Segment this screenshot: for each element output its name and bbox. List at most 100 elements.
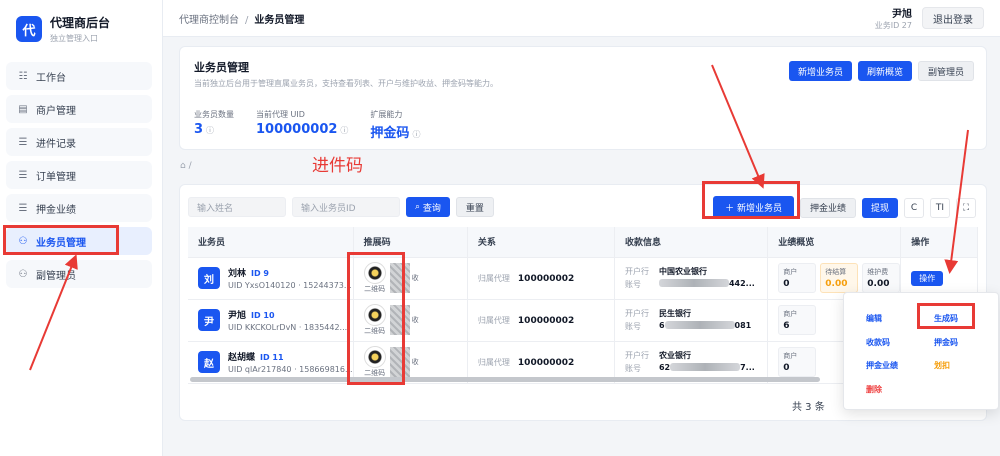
- sidebar-item-label: 订单管理: [36, 171, 76, 183]
- agent-uid: 100000002: [517, 357, 575, 368]
- sidebar-item-merchants[interactable]: ▤ 商户管理: [6, 95, 152, 123]
- annotation-box-new: [702, 181, 800, 219]
- column-header: 业绩概览: [767, 227, 902, 258]
- sidebar-item-label: 工作台: [36, 72, 66, 84]
- sidebar-item-orders[interactable]: ☰ 订单管理: [6, 161, 152, 189]
- sidebar-item-sub-admin[interactable]: ⚇ 副管理员: [6, 260, 152, 288]
- list-icon: ☰: [18, 136, 28, 148]
- reset-button[interactable]: 重置: [455, 197, 494, 217]
- annotation-box-qr: [347, 252, 405, 385]
- sidebar-item-label: 商户管理: [36, 105, 76, 117]
- menu-item-deposit-code[interactable]: 押金码: [934, 337, 958, 348]
- info-icon: ⓘ: [206, 126, 215, 135]
- brand-subtitle: 独立管理入口: [50, 34, 98, 43]
- overview-card: 业务员管理 当前独立后台用于管理直属业务员，支持查看列表、开户与维护收益、押金码…: [179, 46, 987, 150]
- avatar: 刘: [198, 267, 220, 289]
- breadcrumb-current: 业务员管理: [254, 14, 305, 26]
- breadcrumb-separator: /: [245, 14, 249, 26]
- user-icon: ⚇: [18, 268, 28, 280]
- annotation-label: 进件码: [312, 156, 363, 176]
- header-new-salesman-button[interactable]: 新增业务员: [788, 61, 852, 81]
- stats: 业务员数量 3 ⓘ 当前代理 UID 100000002 ⓘ 扩展能力 押金码 ⓘ: [194, 109, 972, 141]
- salesman-uid: UID qlAr217840 · 158669816...: [228, 365, 353, 374]
- horizontal-scrollbar[interactable]: [190, 377, 820, 382]
- perf-maintenance: 维护费 0.00: [862, 263, 901, 293]
- salesman-id-input[interactable]: 输入业务员ID: [292, 197, 400, 217]
- menu-item-deduct[interactable]: 划扣: [934, 360, 950, 371]
- column-header: 操作: [900, 227, 978, 258]
- menu-item-deposit-performance[interactable]: 押金业绩: [866, 360, 898, 371]
- perf-merchants: 商户 0: [778, 347, 817, 377]
- account-number-blurred: [670, 363, 741, 371]
- logout-button[interactable]: 退出登录: [922, 7, 984, 29]
- user-info: 尹旭 业务ID 27: [875, 5, 912, 31]
- home-breadcrumb: ⌂ /: [180, 161, 192, 171]
- sidebar-item-label: 副管理员: [36, 270, 76, 282]
- agent-uid: 100000002: [517, 315, 575, 326]
- density-icon[interactable]: TI: [930, 197, 950, 218]
- breadcrumb: 代理商控制台 / 业务员管理: [179, 11, 304, 26]
- user-name: 尹旭: [892, 9, 912, 20]
- salesman-id-tag: ID 10: [251, 311, 275, 320]
- salesman-id-tag: ID 9: [251, 269, 269, 278]
- stat-extension: 扩展能力 押金码 ⓘ: [370, 110, 421, 141]
- user-id: 业务ID 27: [874, 21, 912, 30]
- salesman-name: 赵胡蝶: [228, 353, 256, 363]
- bank-name: 中国农业银行: [658, 267, 707, 276]
- info-icon: ⓘ: [340, 126, 349, 135]
- bank-name: 民生银行: [658, 309, 691, 318]
- salesman-name: 尹旭: [228, 311, 247, 321]
- salesman-uid: UID YxsO140120 · 15244373...: [228, 281, 352, 290]
- stat-agent-uid: 当前代理 UID 100000002 ⓘ: [256, 110, 349, 137]
- merchant-icon: ▤: [18, 103, 28, 115]
- bank-name: 农业银行: [658, 351, 691, 360]
- topbar: 代理商控制台 / 业务员管理 尹旭 业务ID 27 退出登录: [163, 0, 1000, 37]
- sub-admin-button[interactable]: 副管理员: [917, 61, 974, 81]
- menu-item-edit[interactable]: 编辑: [866, 313, 882, 324]
- stat-salesman-count: 业务员数量 3 ⓘ: [194, 110, 234, 137]
- deposit-performance-button[interactable]: 押金业绩: [799, 197, 856, 218]
- grid-icon: ☷: [18, 70, 28, 82]
- refresh-icon[interactable]: C: [904, 197, 924, 218]
- column-header: 收款信息: [614, 227, 769, 258]
- salesman-name: 刘林: [228, 269, 247, 279]
- brand-logo: 代: [16, 16, 42, 42]
- sidebar-item-label: 押金业绩: [36, 204, 76, 216]
- annotation-box-sidebar: [3, 225, 119, 255]
- avatar: 尹: [198, 309, 220, 331]
- account-number-blurred: [664, 321, 735, 329]
- home-icon[interactable]: ⌂: [180, 161, 186, 171]
- perf-merchants: 商户 0: [778, 263, 817, 293]
- name-input[interactable]: 输入姓名: [188, 197, 286, 217]
- sidebar-item-label: 进件记录: [36, 138, 76, 150]
- refresh-overview-button[interactable]: 刷新概览: [857, 61, 912, 81]
- agent-uid: 100000002: [517, 273, 575, 284]
- search-icon: ⌕: [415, 202, 423, 212]
- brand-title: 代理商后台: [50, 16, 111, 30]
- search-button[interactable]: ⌕ 查询: [406, 197, 450, 217]
- sidebar-item-deposit[interactable]: ☰ 押金业绩: [6, 194, 152, 222]
- withdraw-button[interactable]: 提现: [861, 197, 898, 218]
- annotation-box-generate: [917, 303, 975, 329]
- perf-pending: 待结算 0.00: [820, 263, 859, 293]
- row-action-button[interactable]: 操作: [911, 270, 944, 286]
- pagination-total: 共 3 条: [792, 402, 825, 413]
- perf-merchants: 商户 6: [778, 305, 817, 335]
- sidebar-item-onboarding[interactable]: ☰ 进件记录: [6, 128, 152, 156]
- sidebar-item-workbench[interactable]: ☷ 工作台: [6, 62, 152, 90]
- list-icon: ☰: [18, 169, 28, 181]
- breadcrumb-root[interactable]: 代理商控制台: [179, 15, 239, 26]
- salesman-id-tag: ID 11: [260, 353, 284, 362]
- avatar: 赵: [198, 351, 220, 373]
- info-icon: ⓘ: [412, 130, 421, 139]
- menu-item-payment-code[interactable]: 收款码: [866, 337, 890, 348]
- account-number-blurred: [658, 279, 729, 287]
- menu-item-delete[interactable]: 删除: [866, 384, 882, 395]
- list-icon: ☰: [18, 202, 28, 214]
- fullscreen-icon[interactable]: ⛶: [956, 197, 976, 218]
- salesman-uid: UID KKCKOLrDvN · 1835442...: [228, 323, 348, 332]
- filter-bar: 输入姓名 输入业务员ID ⌕ 查询 重置: [188, 197, 494, 217]
- brand: 代 代理商后台 独立管理入口: [0, 0, 162, 54]
- column-header: 业务员: [188, 227, 354, 258]
- column-header: 关系: [467, 227, 615, 258]
